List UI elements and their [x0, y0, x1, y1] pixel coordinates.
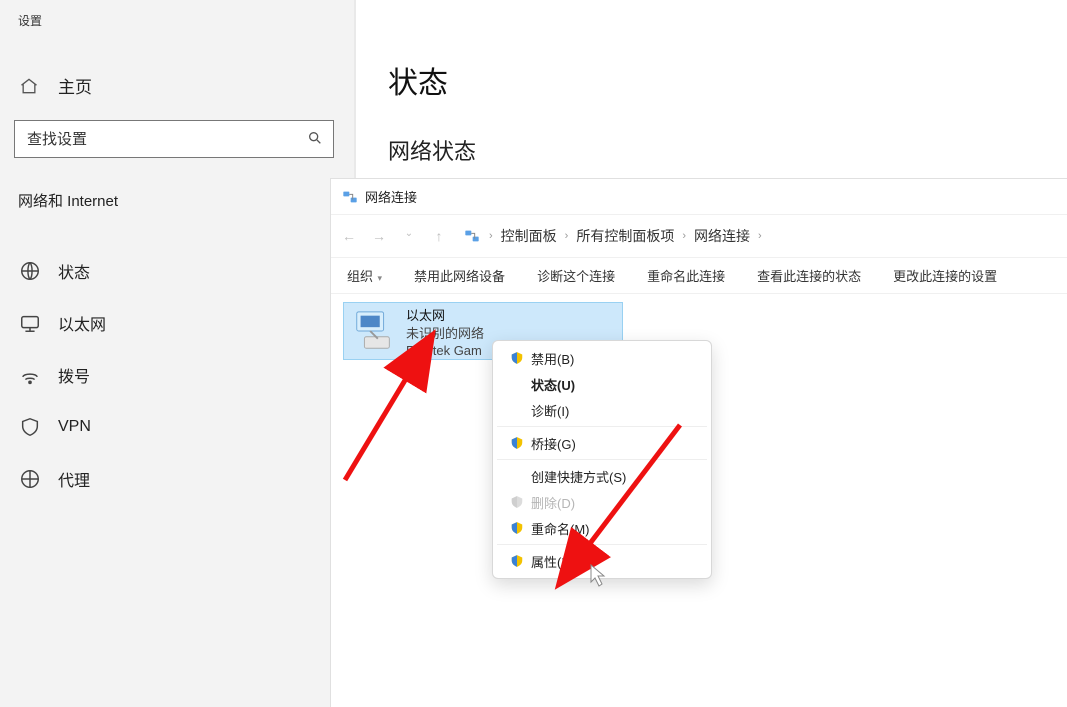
toolbar-organize[interactable]: 组织 ▾: [347, 266, 382, 285]
cm-rename-label: 重命名(M): [531, 519, 590, 538]
network-connections-icon: [463, 227, 481, 245]
shield-icon: [507, 554, 527, 568]
shield-icon: [507, 521, 527, 535]
chevron-right-icon: ›: [758, 230, 762, 242]
toolbar-diagnose[interactable]: 诊断这个连接: [537, 266, 615, 285]
cm-disable-label: 禁用(B): [531, 349, 574, 368]
cm-properties[interactable]: 属性(R): [493, 548, 711, 574]
chevron-down-icon: ▾: [375, 273, 382, 283]
settings-sidebar: 设置 主页 网络和 Internet 状态: [0, 0, 356, 707]
back-button[interactable]: ←: [341, 228, 357, 244]
network-connections-icon: [341, 188, 359, 206]
cm-separator: [497, 544, 707, 545]
sidebar-section-label: 网络和 Internet: [18, 190, 354, 211]
cm-rename[interactable]: 重命名(M): [493, 515, 711, 541]
cm-separator: [497, 426, 707, 427]
sidebar-item-label: 以太网: [58, 311, 106, 335]
cm-delete-label: 删除(D): [531, 493, 575, 512]
page-subtitle: 网络状态: [388, 134, 1067, 166]
cm-shortcut[interactable]: 创建快捷方式(S): [493, 463, 711, 489]
settings-main: 状态 网络状态: [356, 0, 1067, 166]
sidebar-item-vpn[interactable]: VPN: [0, 401, 354, 453]
breadcrumb-item[interactable]: 所有控制面板项: [576, 226, 674, 246]
chevron-right-icon: ›: [682, 230, 686, 242]
forward-button[interactable]: →: [371, 228, 387, 244]
shield-icon: [507, 351, 527, 365]
search-input[interactable]: [25, 130, 307, 149]
settings-app-title: 设置: [0, 0, 354, 29]
toolbar-view-status[interactable]: 查看此连接的状态: [757, 266, 861, 285]
cm-disable[interactable]: 禁用(B): [493, 345, 711, 371]
adapter-name: 以太网: [406, 307, 484, 325]
up-button[interactable]: ↑: [431, 228, 447, 244]
adapter-icon: [350, 307, 398, 355]
sidebar-item-home[interactable]: 主页: [18, 73, 354, 98]
toolbar-disable-device[interactable]: 禁用此网络设备: [414, 266, 505, 285]
vpn-icon: [18, 415, 42, 439]
proxy-icon: [18, 467, 42, 491]
breadcrumb-item[interactable]: 控制面板: [501, 226, 557, 246]
toolbar-change-settings[interactable]: 更改此连接的设置: [893, 266, 997, 285]
shield-icon: [507, 495, 527, 509]
search-icon: [307, 130, 323, 149]
sidebar-item-label: 代理: [58, 467, 90, 491]
toolbar-organize-label: 组织: [347, 269, 373, 284]
sidebar-item-status[interactable]: 状态: [0, 245, 354, 297]
cm-diagnose[interactable]: 诊断(I): [493, 397, 711, 423]
recent-dropdown-icon[interactable]: ⌄: [401, 228, 417, 244]
home-label: 主页: [58, 73, 92, 98]
explorer-address-bar: ← → ⌄ ↑ › 控制面板 › 所有控制面板项 › 网络连接 ›: [331, 214, 1067, 258]
chevron-right-icon: ›: [489, 230, 493, 242]
shield-icon: [507, 436, 527, 450]
adapter-text: 以太网 未识别的网络 Realtek Gam: [406, 307, 484, 360]
search-box[interactable]: [14, 120, 334, 158]
cm-bridge[interactable]: 桥接(G): [493, 430, 711, 456]
cm-properties-label: 属性(R): [531, 552, 575, 571]
sidebar-item-label: 状态: [58, 259, 90, 283]
explorer-titlebar[interactable]: 网络连接: [331, 179, 1067, 214]
toolbar-rename[interactable]: 重命名此连接: [647, 266, 725, 285]
chevron-right-icon: ›: [565, 230, 569, 242]
breadcrumb-item[interactable]: 网络连接: [694, 226, 750, 246]
cm-status[interactable]: 状态(U): [493, 371, 711, 397]
cm-status-label: 状态(U): [531, 375, 575, 394]
breadcrumb[interactable]: › 控制面板 › 所有控制面板项 › 网络连接 ›: [463, 226, 762, 246]
explorer-title-text: 网络连接: [365, 187, 417, 206]
page-title: 状态: [388, 58, 1067, 102]
sidebar-item-proxy[interactable]: 代理: [0, 453, 354, 505]
sidebar-item-ethernet[interactable]: 以太网: [0, 297, 354, 349]
adapter-status: 未识别的网络: [406, 325, 484, 343]
context-menu: 禁用(B) 状态(U) 诊断(I) 桥接(G) 创建快捷方式(S) 删除(D) …: [492, 340, 712, 579]
cm-separator: [497, 459, 707, 460]
explorer-toolbar: 组织 ▾ 禁用此网络设备 诊断这个连接 重命名此连接 查看此连接的状态 更改此连…: [331, 258, 1067, 294]
sidebar-item-label: VPN: [58, 418, 91, 436]
ethernet-icon: [18, 311, 42, 335]
sidebar-item-dialup[interactable]: 拨号: [0, 349, 354, 401]
cm-shortcut-label: 创建快捷方式(S): [531, 467, 626, 486]
cm-bridge-label: 桥接(G): [531, 434, 576, 453]
adapter-device: Realtek Gam: [406, 342, 484, 360]
home-icon: [18, 75, 40, 97]
sidebar-item-label: 拨号: [58, 363, 90, 387]
explorer-body[interactable]: 以太网 未识别的网络 Realtek Gam: [331, 294, 1067, 310]
dialup-icon: [18, 363, 42, 387]
status-icon: [18, 259, 42, 283]
cm-diagnose-label: 诊断(I): [531, 401, 569, 420]
nav-arrows: ← → ⌄ ↑: [341, 228, 447, 244]
sidebar-nav-list: 状态 以太网 拨号 VPN: [0, 245, 354, 505]
cm-delete: 删除(D): [493, 489, 711, 515]
